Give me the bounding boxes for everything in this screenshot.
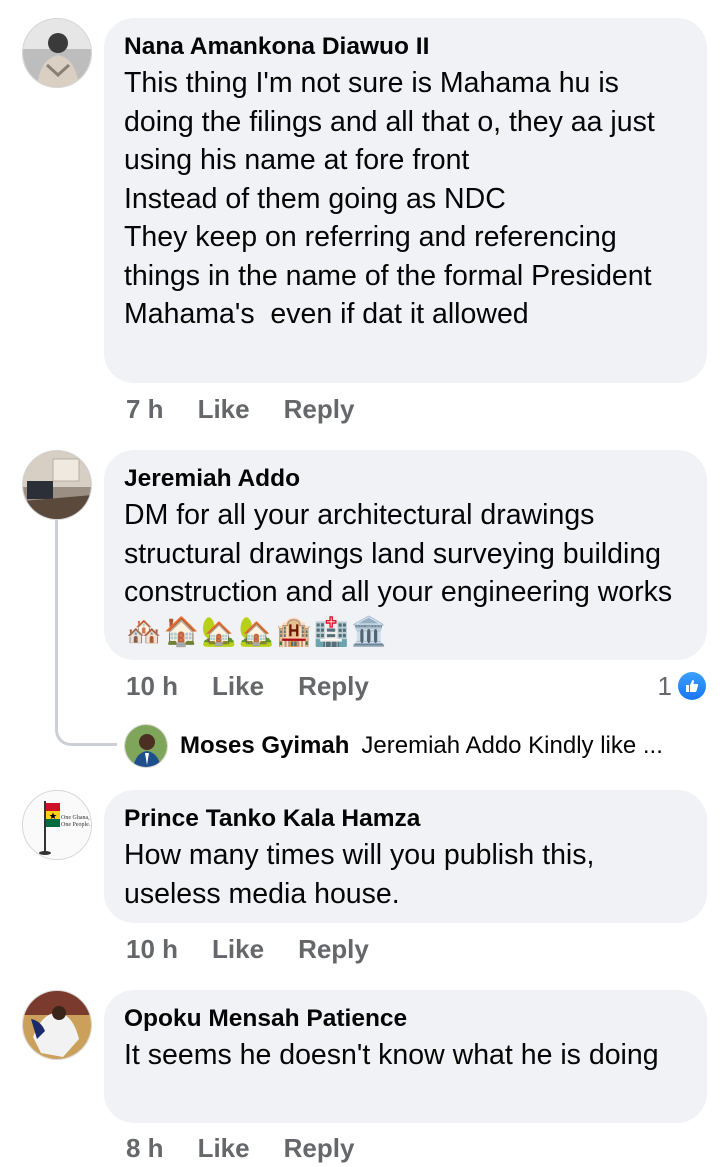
reply-author[interactable]: Moses Gyimah xyxy=(180,732,349,760)
comment-bubble: Opoku Mensah Patience It seems he doesn'… xyxy=(104,990,707,1123)
comment-bubble: Nana Amankona Diawuo II This thing I'm n… xyxy=(104,18,707,383)
like-button[interactable]: Like xyxy=(212,669,264,703)
comment-bubble: Prince Tanko Kala Hamza How many times w… xyxy=(104,790,707,923)
reply-button[interactable]: Reply xyxy=(284,392,355,426)
avatar[interactable]: One Ghana, One People. xyxy=(22,790,92,860)
comment-actions: 10 h Like Reply xyxy=(126,669,369,703)
comment-bubble: Jeremiah Addo DM for all your architectu… xyxy=(104,450,707,660)
comment-time[interactable]: 7 h xyxy=(126,392,164,426)
like-button[interactable]: Like xyxy=(198,392,250,426)
reaction-count: 1 xyxy=(657,671,672,701)
like-button[interactable]: Like xyxy=(212,932,264,966)
emoji: 🏥 xyxy=(313,615,350,648)
comment-text-body: DM for all your architectural drawings s… xyxy=(124,499,673,608)
emoji: 🏨 xyxy=(276,615,312,648)
reply-text: Jeremiah Addo Kindly like ... xyxy=(361,732,663,759)
profile-photo-icon xyxy=(23,991,91,1059)
emoji: 🏘️ xyxy=(126,615,162,648)
avatar[interactable] xyxy=(22,990,92,1060)
reply-button[interactable]: Reply xyxy=(298,669,369,703)
profile-photo-icon xyxy=(23,451,91,519)
comment-actions: 8 h Like Reply xyxy=(126,1131,354,1165)
profile-photo-icon xyxy=(23,19,91,87)
reply-button[interactable]: Reply xyxy=(298,932,369,966)
comment-text: It seems he doesn't know what he is doin… xyxy=(124,1039,659,1071)
reaction-summary[interactable]: 1 xyxy=(658,669,706,703)
comment-time[interactable]: 10 h xyxy=(126,669,178,703)
comment-time[interactable]: 10 h xyxy=(126,932,178,966)
comment-actions: 10 h Like Reply xyxy=(126,932,369,966)
emoji: 🏡 xyxy=(238,615,275,648)
comment-text: This thing I'm not sure is Mahama hu is … xyxy=(124,67,655,330)
emoji: 🏡 xyxy=(201,615,237,648)
reply-button[interactable]: Reply xyxy=(284,1131,355,1165)
comment-author[interactable]: Jeremiah Addo xyxy=(124,462,687,496)
avatar[interactable] xyxy=(124,724,168,768)
emoji: 🏠 xyxy=(163,615,200,648)
comment-text: DM for all your architectural drawings s… xyxy=(124,496,687,651)
emoji-row: 🏘️ 🏠 🏡 🏡 🏨 🏥 🏛️ xyxy=(126,613,387,652)
avatar[interactable] xyxy=(22,450,92,520)
thumbs-up-icon xyxy=(678,672,706,700)
comment-author[interactable]: Nana Amankona Diawuo II xyxy=(124,30,687,64)
profile-photo-icon xyxy=(125,725,167,767)
like-button[interactable]: Like xyxy=(198,1131,250,1165)
emoji: 🏛️ xyxy=(351,615,387,648)
comment-author[interactable]: Opoku Mensah Patience xyxy=(124,1002,687,1036)
avatar-caption: One Ghana, One People. xyxy=(61,815,91,828)
comment-author[interactable]: Prince Tanko Kala Hamza xyxy=(124,802,687,836)
reply-preview[interactable]: Moses Gyimah Jeremiah Addo Kindly like .… xyxy=(124,724,663,768)
avatar[interactable] xyxy=(22,18,92,88)
comment-text: How many times will you publish this, us… xyxy=(124,839,603,910)
comment-time[interactable]: 8 h xyxy=(126,1131,164,1165)
comment-actions: 7 h Like Reply xyxy=(126,392,354,426)
